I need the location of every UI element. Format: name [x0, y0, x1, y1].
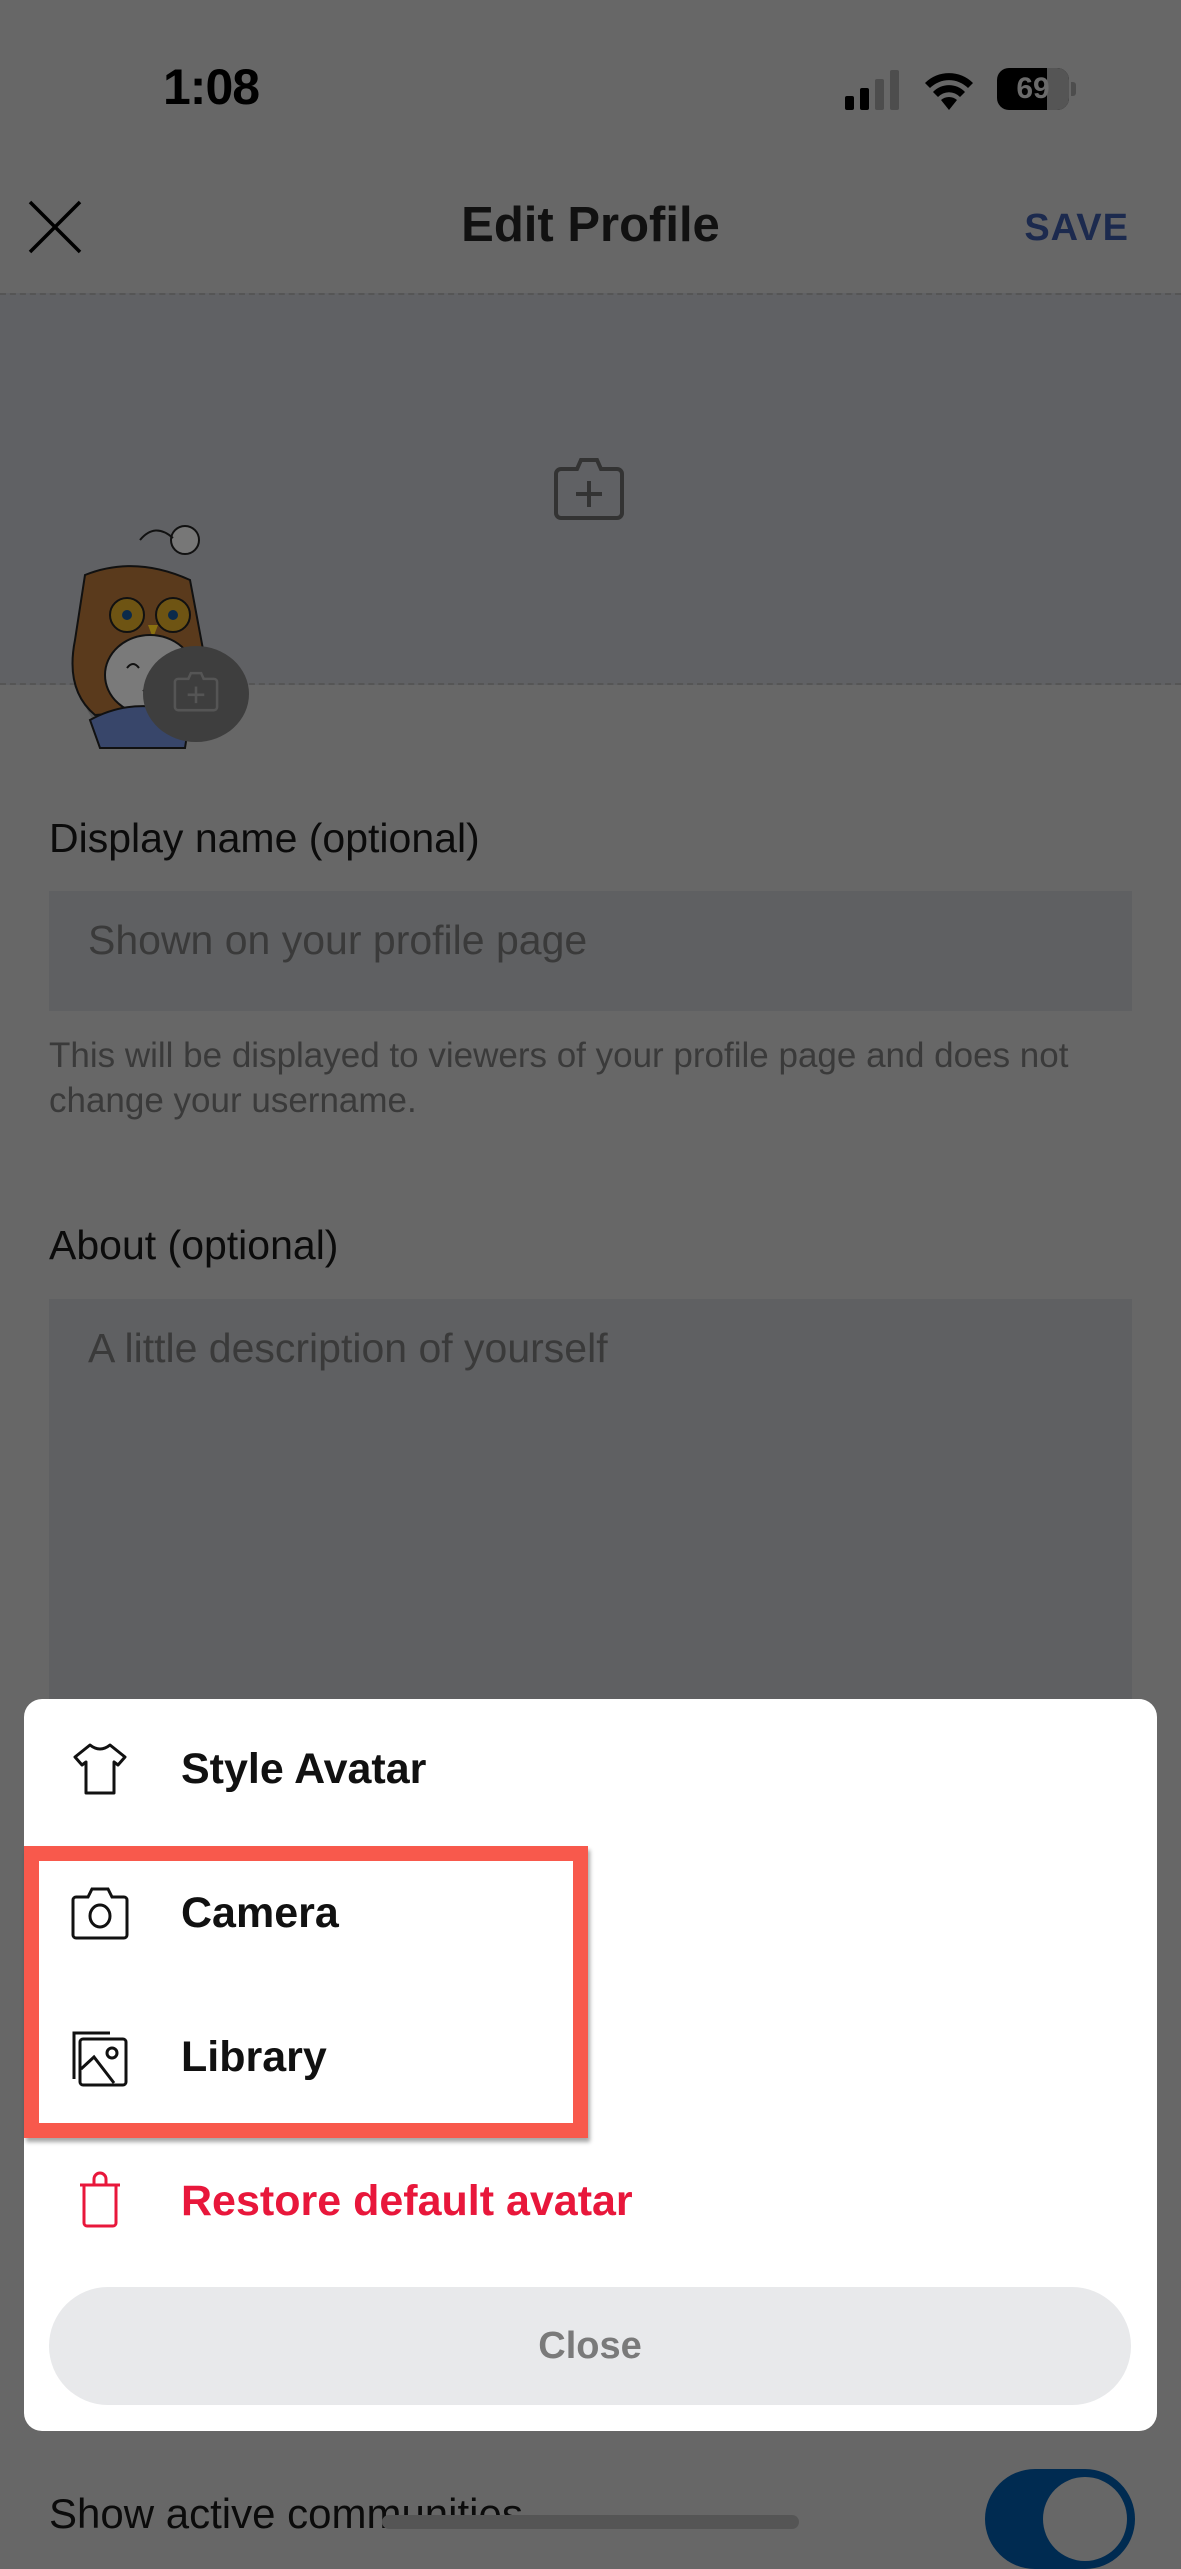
display-name-placeholder: Shown on your profile page: [88, 917, 588, 963]
menu-item-label: Style Avatar: [181, 1744, 427, 1793]
wifi-icon: [925, 73, 973, 110]
close-sheet-button[interactable]: Close: [49, 2287, 1131, 2405]
menu-item-label: Library: [181, 2032, 327, 2081]
about-placeholder: A little description of yourself: [88, 1325, 608, 1371]
display-name-label: Display name (optional): [49, 815, 480, 861]
menu-item-label: Camera: [181, 1888, 339, 1937]
avatar-edit-button[interactable]: [143, 646, 249, 742]
trash-icon: [80, 2171, 120, 2228]
add-photo-icon: [173, 671, 219, 712]
about-input[interactable]: A little description of yourself: [49, 1299, 1132, 1699]
menu-item-label: Restore default avatar: [181, 2176, 633, 2225]
tshirt-icon: [73, 1743, 127, 1795]
page-title: Edit Profile: [461, 198, 720, 252]
battery-icon: 69: [997, 68, 1069, 110]
status-time: 1:08: [163, 59, 260, 115]
home-indicator: [382, 2515, 799, 2529]
battery-level: 69: [1016, 72, 1050, 105]
menu-item-style-avatar[interactable]: Style Avatar: [24, 1714, 1157, 1824]
save-button[interactable]: SAVE: [1024, 207, 1129, 250]
about-label: About (optional): [49, 1222, 339, 1268]
signal-icon: [845, 70, 899, 110]
battery-cap: [1071, 82, 1076, 96]
display-name-hint: This will be displayed to viewers of you…: [49, 1036, 1069, 1120]
menu-item-library[interactable]: Library: [24, 2002, 1157, 2112]
add-photo-icon[interactable]: [553, 455, 625, 521]
photo-library-icon: [72, 2031, 128, 2087]
camera-icon: [71, 1887, 129, 1940]
show-active-communities-toggle[interactable]: [985, 2469, 1135, 2569]
menu-item-camera[interactable]: Camera: [24, 1858, 1157, 1968]
toggle-knob: [1043, 2477, 1127, 2561]
avatar-action-sheet: Style Avatar Camera Library Restore defa…: [24, 1699, 1157, 2431]
display-name-input[interactable]: Shown on your profile page: [49, 891, 1132, 1011]
show-active-communities-label: Show active communities: [49, 2490, 523, 2537]
menu-item-restore-default-avatar[interactable]: Restore default avatar: [24, 2146, 1157, 2256]
